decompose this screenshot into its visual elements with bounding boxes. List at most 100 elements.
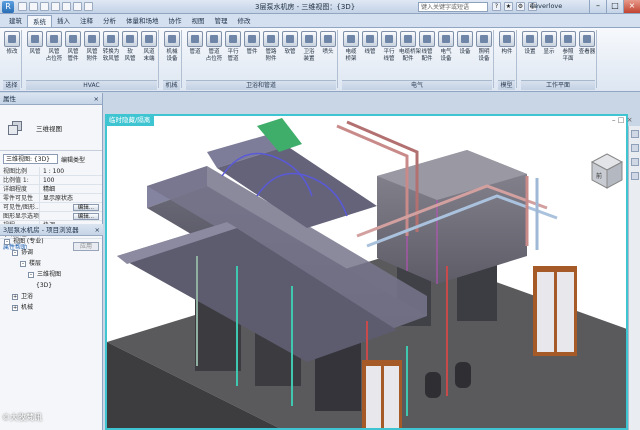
print-icon[interactable] [62, 2, 71, 11]
measure-icon[interactable] [73, 2, 82, 11]
ribbon-tool-button[interactable]: 风管 附件 [83, 31, 101, 63]
ribbon-tool-button[interactable]: 电缆桥架 配件 [399, 31, 422, 63]
edit-button[interactable]: 编辑... [72, 204, 99, 211]
ribbon-tool-button[interactable]: 管道 占位符 [205, 31, 223, 63]
tree-node[interactable]: + 卫浴 [0, 291, 103, 302]
ribbon-tool-button[interactable]: 卫浴 装置 [300, 31, 318, 63]
expand-toggle-icon[interactable]: – [12, 249, 18, 256]
expand-toggle-icon[interactable]: – [28, 271, 34, 278]
tool-icon [301, 31, 317, 47]
edit-type-button[interactable]: 编辑类型 [61, 155, 85, 164]
application-menu-button[interactable]: R [2, 0, 14, 13]
tab-architecture[interactable]: 建筑 [4, 15, 27, 27]
tree-node[interactable]: – 楼层 [0, 258, 103, 269]
tab-manage[interactable]: 管理 [210, 15, 233, 27]
search-input[interactable]: 键入关键字或短语 [418, 2, 488, 12]
tree-node[interactable]: + 机械 [0, 302, 103, 313]
ribbon-tool-button[interactable]: 设置 [521, 31, 539, 56]
property-row[interactable]: 视图比例 1 : 100 [0, 167, 102, 176]
ribbon-tool-button[interactable]: 电气 设备 [437, 31, 455, 63]
expand-toggle-icon[interactable]: + [12, 293, 18, 300]
pan-icon[interactable] [631, 158, 639, 166]
minimize-button[interactable]: – [589, 0, 606, 13]
ribbon-tool-button[interactable]: 照明 设备 [475, 31, 493, 63]
zoom-icon[interactable] [631, 144, 639, 152]
tree-node[interactable]: – 视图 (专业) [0, 236, 103, 247]
ribbon-tool-button[interactable]: 线管 [361, 31, 379, 56]
property-value[interactable]: 100 [40, 176, 102, 184]
property-value[interactable]: 显示原状态 [40, 194, 102, 202]
tab-collaborate[interactable]: 协作 [164, 15, 187, 27]
view-type-select[interactable]: 三维视图: {3D} [3, 154, 58, 164]
tab-massing-site[interactable]: 体量和场地 [121, 15, 164, 27]
steering-wheel-icon[interactable] [631, 130, 639, 138]
expand-toggle-icon[interactable]: – [20, 260, 26, 267]
ribbon-tool-button[interactable]: 机械 设备 [163, 31, 181, 63]
settings-icon[interactable]: ⚙ [516, 2, 525, 11]
navigation-bar[interactable] [628, 126, 640, 430]
ribbon-tool-button[interactable]: 构件 [498, 31, 516, 56]
property-row[interactable]: 零件可见性 显示原状态 [0, 194, 102, 203]
ribbon-tool-button[interactable]: 转换为 软风管 [102, 31, 120, 63]
tab-insert[interactable]: 插入 [52, 15, 75, 27]
expand-toggle-icon[interactable]: + [12, 304, 18, 311]
close-icon[interactable]: × [94, 93, 99, 104]
help-icon[interactable]: ? [492, 2, 501, 11]
ribbon-tool-button[interactable]: 软 风管 [121, 31, 139, 63]
tool-label: 电缆桥架 配件 [399, 49, 422, 62]
ribbon-tool-button[interactable]: 管道 [186, 31, 204, 56]
tree-node[interactable]: – 三维视图 [0, 269, 103, 280]
property-row[interactable]: 比例值 1: 100 [0, 176, 102, 185]
tab-analyze[interactable]: 分析 [98, 15, 121, 27]
ribbon-tool-button[interactable]: 查看器 [578, 31, 596, 56]
ribbon-tool-button[interactable]: 喷头 [319, 31, 337, 56]
view-cube[interactable]: 前 [590, 153, 624, 189]
ribbon-tool-button[interactable]: 风管 管件 [64, 31, 82, 63]
ribbon-tool-button[interactable]: 设备 [456, 31, 474, 56]
property-value[interactable] [40, 203, 73, 211]
tab-view[interactable]: 视图 [187, 15, 210, 27]
tab-modify[interactable]: 修改 [233, 15, 256, 27]
close-icon[interactable]: × [95, 224, 100, 235]
ribbon-tool-button[interactable]: 修改 [3, 31, 21, 56]
tree-node[interactable]: – 协调 [0, 247, 103, 258]
ribbon-tool-button[interactable]: 平行 管道 [224, 31, 242, 63]
maximize-button[interactable]: □ [606, 0, 623, 13]
tool-icon [206, 31, 222, 47]
property-row[interactable]: 可见性/图形... 编辑... [0, 203, 102, 212]
ribbon-tool-button[interactable]: 风道 末端 [140, 31, 158, 63]
ribbon-tool-button[interactable]: 平行 线管 [380, 31, 398, 63]
ribbon-tool-button[interactable]: 线管 配件 [418, 31, 436, 63]
orbit-icon[interactable] [631, 172, 639, 180]
ribbon-tool-button[interactable]: 显示 [540, 31, 558, 56]
tab-annotate[interactable]: 注释 [75, 15, 98, 27]
tab-systems[interactable]: 系统 [27, 15, 52, 27]
ribbon-tool-button[interactable]: 风管 [26, 31, 44, 56]
property-value[interactable] [40, 212, 73, 220]
tool-label: 管路 附件 [265, 49, 277, 62]
redo-icon[interactable] [51, 2, 60, 11]
edit-button[interactable]: 编辑... [72, 213, 99, 220]
3d-view-icon[interactable] [84, 2, 93, 11]
tree-node[interactable]: {3D} [0, 280, 103, 291]
property-value[interactable]: 精细 [40, 185, 102, 193]
ribbon-tool-button[interactable]: 电缆 桥架 [342, 31, 360, 63]
property-row[interactable]: 图形显示选项 编辑... [0, 212, 102, 221]
ribbon-tool-button[interactable]: 风管 占位符 [45, 31, 63, 63]
property-row[interactable]: 详细程度 精细 [0, 185, 102, 194]
favorites-icon[interactable]: ★ [504, 2, 513, 11]
undo-icon[interactable] [40, 2, 49, 11]
property-value[interactable]: 1 : 100 [40, 167, 102, 175]
3d-viewport[interactable]: 前 [105, 114, 628, 430]
ribbon-tool-button[interactable]: 管件 [243, 31, 261, 56]
view-window-controls[interactable]: – □ × [612, 116, 632, 124]
user-name[interactable]: 4everlove [530, 2, 562, 10]
ribbon-tool-button[interactable]: 参照 平面 [559, 31, 577, 63]
save-icon[interactable] [29, 2, 38, 11]
ribbon-tool-button[interactable]: 软管 [281, 31, 299, 56]
ribbon-tool-button[interactable]: 管路 附件 [262, 31, 280, 63]
tool-icon [122, 31, 138, 47]
close-button[interactable]: × [623, 0, 640, 13]
expand-toggle-icon[interactable]: – [4, 238, 10, 245]
open-icon[interactable] [18, 2, 27, 11]
